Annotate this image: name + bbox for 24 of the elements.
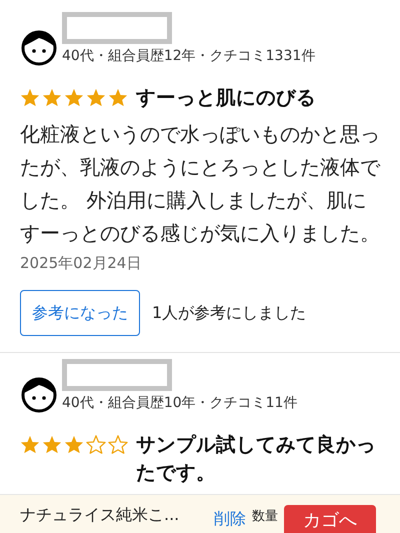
star-icon [42, 88, 62, 106]
star-icon [64, 434, 84, 454]
review-title: すーっと肌にのびる [136, 84, 316, 110]
review-title: サンプル試してみて良かったです。 [136, 432, 377, 486]
star-icon [64, 88, 84, 106]
quantity-label: 数量 [252, 508, 278, 526]
review-date: 2025年02月24日 [20, 252, 142, 274]
star-icon [20, 434, 40, 454]
empty-star-icon [108, 434, 128, 454]
helpful-button[interactable]: 参考になった [20, 290, 140, 336]
remove-link[interactable]: 削除 [214, 509, 246, 529]
reviewer-meta: 40代・組合員歴10年・クチコミ11件 [62, 395, 298, 412]
avatar-icon [20, 28, 58, 66]
add-to-cart-button[interactable]: カゴへ [284, 505, 376, 533]
helpful-count: 1人が参考にしました [152, 302, 306, 324]
star-icon [42, 434, 62, 454]
star-icon [86, 88, 106, 106]
review-body: 化粧液というので水っぽいものかと思ったが、乳液のようにとろっとした液体でした。 外泊用に購入しましたが、肌にすーっとのびる感じが気に入りました。 [20, 120, 382, 246]
reviewer-meta: 40代・組合員歴12年・クチコミ1331件 [62, 48, 316, 66]
empty-star-icon [86, 434, 106, 454]
star-icon [108, 88, 128, 106]
star-icon [20, 88, 40, 106]
product-name: ナチュライス純米こ... [20, 504, 180, 526]
avatar-icon [20, 374, 58, 412]
